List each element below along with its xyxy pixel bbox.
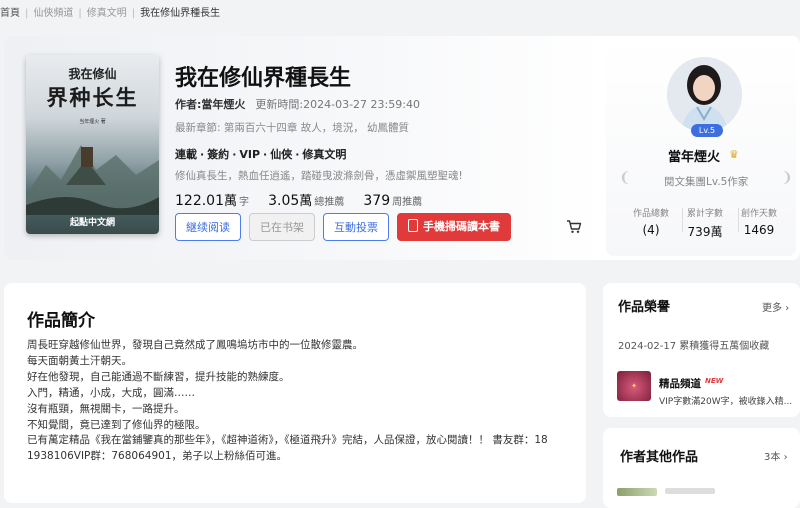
intro-body: 周長旺穿越修仙世界，發現自己竟然成了鳳鳴塢坊市中的一位散修靈農。 每天面朝黃土汗… — [27, 338, 548, 465]
breadcrumb-channel[interactable]: 仙俠頻道 — [33, 8, 73, 19]
intro-line: 入門，精通，小成，大成，圓滿…… — [27, 386, 195, 399]
tag-genre[interactable]: 仙俠 — [270, 148, 292, 161]
honor-item: 2024-02-17 累積獲得五萬個收藏 — [618, 341, 770, 352]
other-works-card — [603, 428, 800, 508]
chevron-right-icon: › — [783, 452, 788, 463]
mobile-read-button[interactable]: 手機掃碼讀本書 — [397, 213, 511, 241]
breadcrumb-category[interactable]: 修真文明 — [87, 8, 127, 19]
cover-author: 当年煙火 著 — [79, 119, 106, 125]
chevron-right-icon: › — [785, 303, 790, 314]
intro-line: 已有萬定精品《我在當鋪鑒真的那些年》，《超神道術》，《極道飛升》完結，人品保證，… — [27, 434, 548, 447]
crown-icon: ♛ — [729, 148, 739, 161]
cover-artwork — [26, 145, 159, 215]
in-bookshelf-button[interactable]: 已在书架 — [249, 213, 315, 241]
premium-channel-icon: ✦ — [617, 371, 651, 401]
channel-name: 精品頻道 — [659, 378, 701, 390]
laurel-left-icon: ❨ — [619, 170, 631, 186]
continue-reading-button[interactable]: 継续阅读 — [175, 213, 241, 241]
breadcrumb: 首頁 | 仙俠頻道 | 修真文明 | 我在修仙界種長生 — [0, 8, 221, 19]
stat-word-count: 122.01萬字 — [175, 193, 250, 209]
latest-chapter-link[interactable]: 最新章節: 第兩百六十四章 故人，境況， 幼鳳體質 — [175, 120, 409, 135]
author-stat-works: 作品總數 (4) — [632, 209, 669, 237]
cover-publisher: 起點中文網 — [69, 218, 115, 228]
intro-line: 每天面朝黃土汗朝天。 — [27, 354, 132, 367]
author-name[interactable]: 當年煙火 — [668, 146, 720, 165]
vote-button[interactable]: 互動投票 — [323, 213, 389, 241]
book-cover[interactable]: 我在修仙 界种长生 当年煙火 著 起點中文網 — [26, 55, 159, 234]
book-tags: 連載 · 簽約 · VIP · 仙俠 · 修真文明 — [175, 148, 347, 161]
tag-subgenre[interactable]: 修真文明 — [302, 148, 346, 161]
updated-label: 更新時間: — [255, 98, 304, 111]
breadcrumb-home[interactable]: 首頁 — [0, 8, 20, 19]
intro-line: 周長旺穿越修仙世界，發現自己竟然成了鳳鳴塢坊市中的一位散修靈農。 — [27, 339, 363, 351]
author-stat-days: 創作天數 1469 — [740, 209, 777, 237]
stat-total-recommend: 3.05萬 總推薦 — [268, 193, 345, 209]
intro-line: 1938106VIP群：768064901，弟子以上粉絲佰可進。 — [27, 450, 287, 463]
other-work-thumbnail[interactable] — [617, 488, 657, 496]
honors-title: 作品榮譽 — [618, 300, 671, 315]
intro-title: 作品簡介 — [27, 311, 95, 331]
tag-signed: 簽約 — [207, 148, 230, 161]
tag-vip: VIP — [239, 148, 261, 161]
author-stat-words: 累計字數 739萬 — [686, 209, 723, 239]
cart-icon[interactable] — [566, 219, 582, 238]
intro-line: 不知覺間，竟已達到了修仙界的極限。 — [27, 418, 206, 431]
phone-icon — [408, 219, 418, 232]
tag-status: 連載 — [175, 148, 197, 161]
channel-desc: VIP字數滿20W字，被收錄入精... — [659, 397, 793, 407]
book-stats: 122.01萬字 3.05萬 總推薦 379 周推薦 — [175, 190, 436, 209]
author-rank: 閱文集團Lv.5作家 — [664, 176, 749, 188]
cover-title-line1: 我在修仙 — [68, 67, 117, 81]
cover-title-line2: 界种长生 — [46, 85, 139, 110]
author-label: 作者: — [175, 98, 202, 111]
author-link[interactable]: 當年煙火 — [201, 98, 245, 111]
new-badge: NEW — [705, 377, 724, 385]
intro-line: 沒有瓶頸，無視關卡，一路提升。 — [27, 402, 185, 415]
book-title: 我在修仙界種長生 — [175, 66, 352, 91]
other-works-more-link[interactable]: 3本 › — [764, 448, 788, 463]
breadcrumb-current: 我在修仙界種長生 — [140, 8, 221, 19]
honors-more-link[interactable]: 更多 › — [762, 299, 789, 314]
other-works-title: 作者其他作品 — [620, 450, 699, 465]
other-work-title-placeholder — [665, 488, 715, 494]
author-level-badge: Lv.5 — [691, 124, 723, 137]
updated-time: 2024-03-27 23:59:40 — [303, 98, 420, 111]
mobile-read-label: 手機掃碼讀本書 — [423, 220, 500, 233]
book-meta: 作者:當年煙火 更新時間:2024-03-27 23:59:40 — [175, 96, 420, 112]
stat-weekly-recommend: 379 周推薦 — [363, 193, 423, 209]
book-tagline: 修仙真長生，熱血任逍遙，踏碰曳波滌劍骨，憑虛禦風塑聖魂! — [175, 170, 463, 182]
laurel-right-icon: ❩ — [781, 170, 793, 186]
author-avatar[interactable] — [667, 57, 742, 132]
intro-line: 好在他發現，自己能通過不斷練習，提升技能的熟練度。 — [27, 370, 290, 383]
